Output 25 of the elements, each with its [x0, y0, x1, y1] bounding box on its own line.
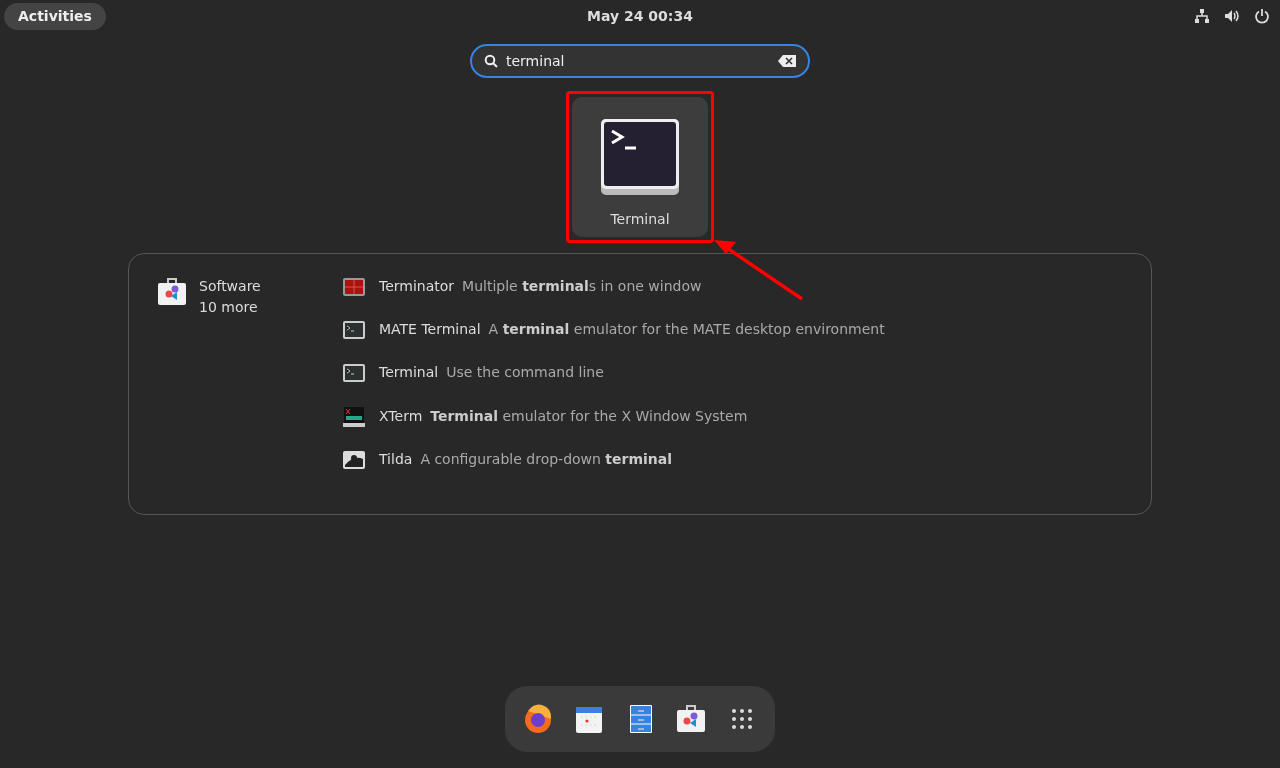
xterm-icon: [343, 406, 365, 427]
terminator-icon: [343, 277, 365, 297]
search-result[interactable]: Tilda A configurable drop-down terminal: [343, 448, 885, 492]
search-result[interactable]: MATE Terminal A terminal emulator for the MATE desktop environment: [343, 319, 885, 363]
tilda-icon: [343, 449, 365, 470]
terminal-icon: [600, 117, 680, 197]
activities-button[interactable]: Activities: [4, 3, 106, 30]
search-result[interactable]: Terminator Multiple terminals in one window: [343, 276, 885, 320]
app-tile[interactable]: Terminal: [572, 97, 708, 237]
store-icon[interactable]: [157, 276, 187, 306]
clock[interactable]: May 24 00:34: [587, 8, 693, 24]
volume-icon[interactable]: [1224, 8, 1240, 24]
store-icon[interactable]: [674, 703, 707, 735]
network-icon[interactable]: [1194, 8, 1210, 24]
terminal-icon: [343, 320, 365, 341]
search-result[interactable]: XTerm Terminal emulator for the X Window System: [343, 405, 885, 449]
more-count[interactable]: 10 more: [199, 297, 261, 318]
power-icon[interactable]: [1254, 8, 1270, 24]
search-bar[interactable]: terminal: [470, 44, 810, 78]
search-field[interactable]: terminal: [498, 50, 778, 72]
provider-name[interactable]: Software: [199, 276, 261, 297]
search-result[interactable]: Terminal Use the command line: [343, 362, 885, 406]
search-icon: [484, 54, 498, 68]
terminal-icon: [343, 363, 365, 384]
clear-icon[interactable]: [778, 55, 796, 67]
